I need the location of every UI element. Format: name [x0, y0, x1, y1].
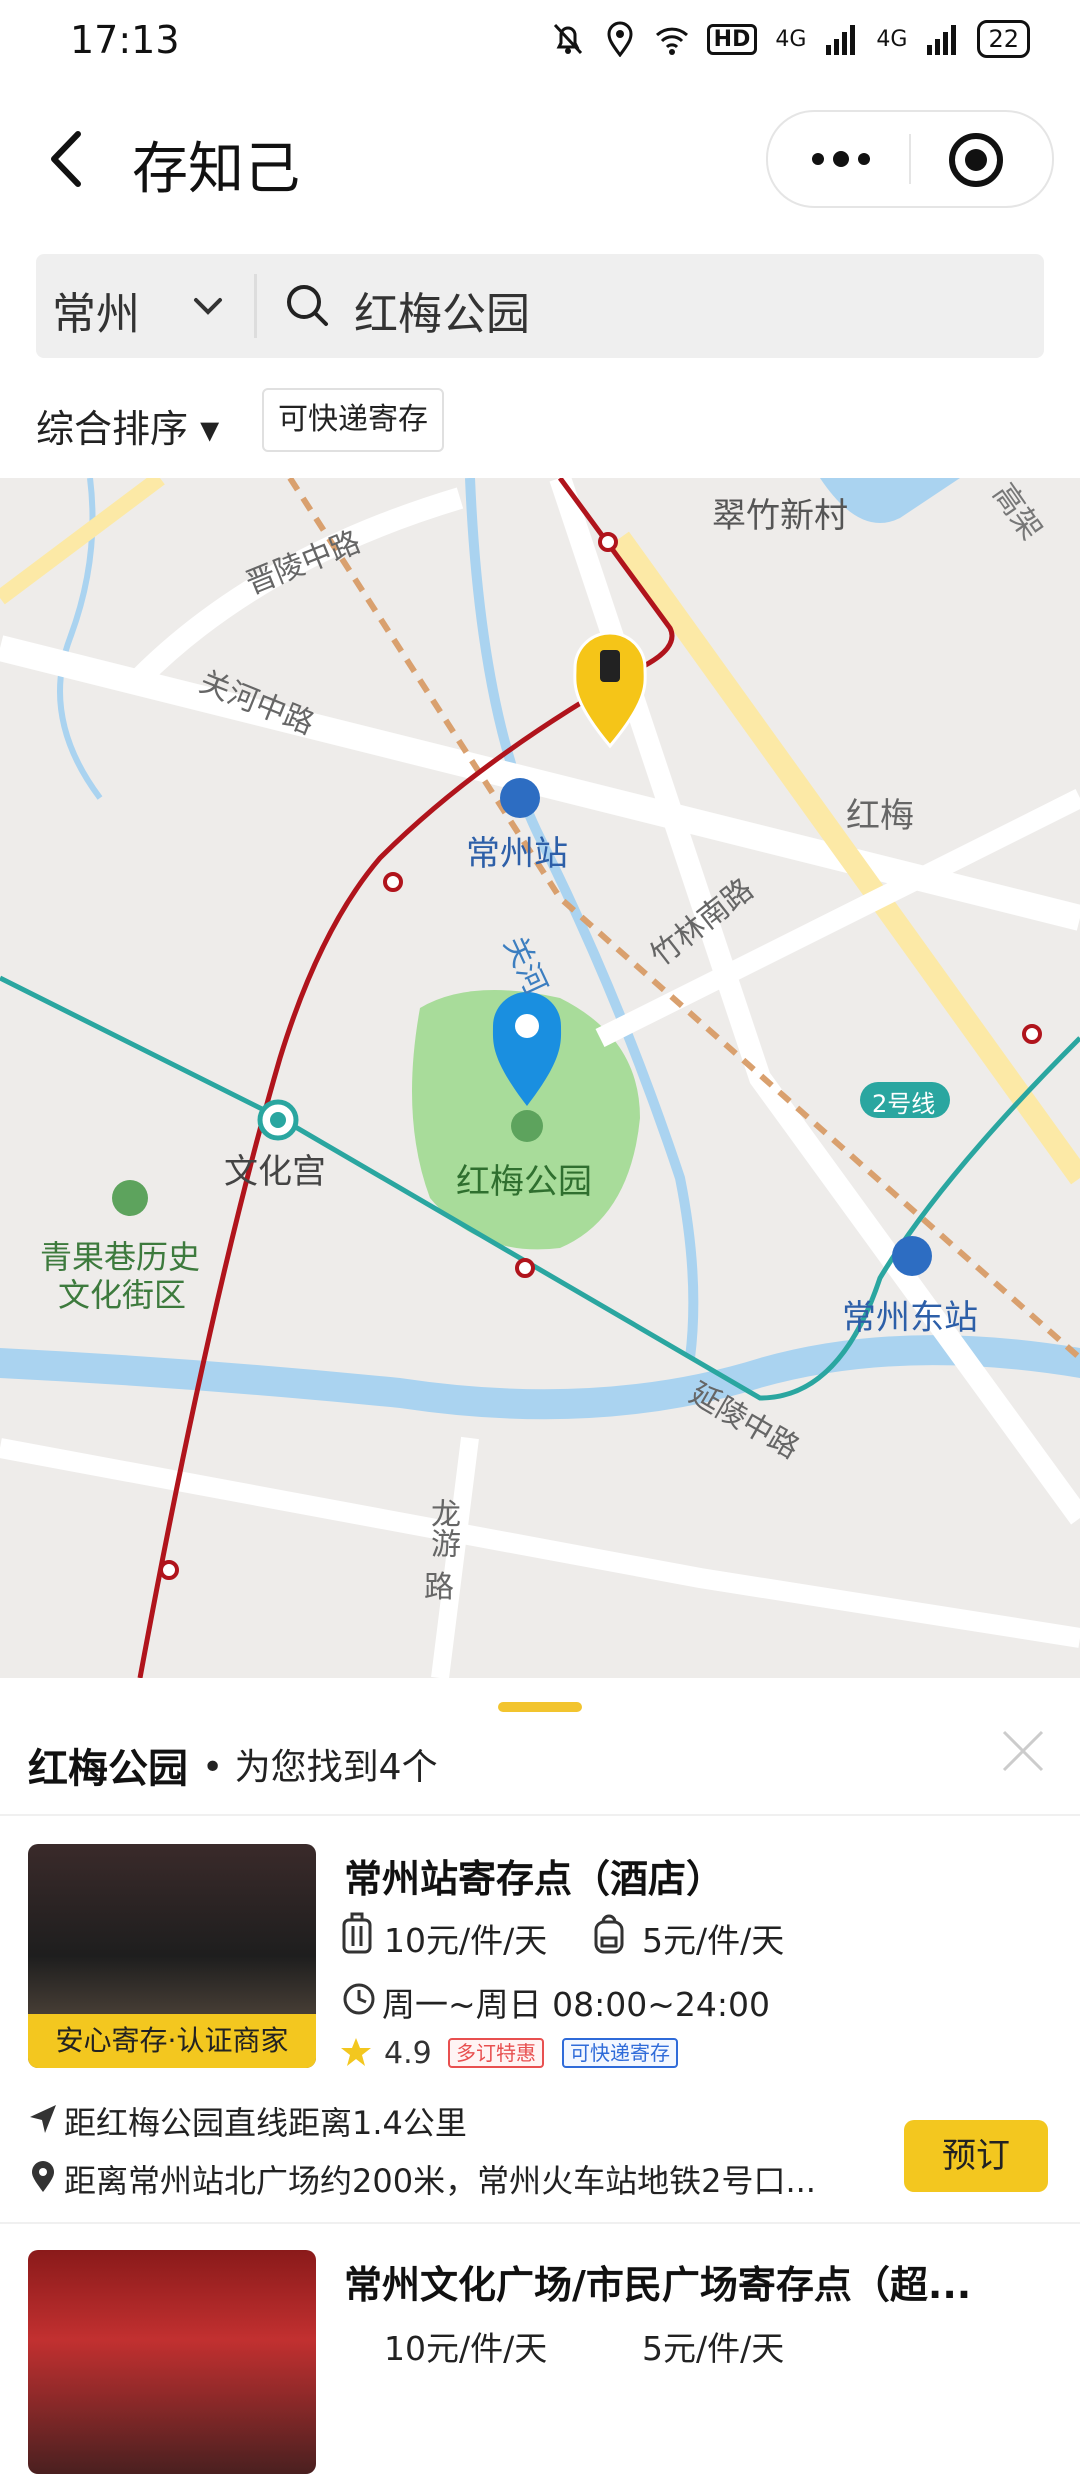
book-button[interactable]: 预订 — [904, 2120, 1048, 2192]
search-bar: 常州 红梅公园 — [36, 254, 1044, 358]
location-pin-icon — [32, 2161, 54, 2192]
map-label-longyou2: 路 — [424, 1570, 454, 1605]
star-icon — [341, 2038, 371, 2066]
filter-bar: 综合排序 ▾ 可快递寄存 — [0, 370, 1080, 476]
metro-stop — [515, 1258, 535, 1278]
status-bar: 17:13 HD 4G 4G 22 — [0, 0, 1080, 84]
close-icon[interactable] — [1000, 1728, 1046, 1774]
pin-center — [515, 1014, 539, 1038]
chevron-down-icon[interactable] — [190, 288, 226, 324]
canal — [0, 1335, 1080, 1420]
metro-stop — [159, 1560, 179, 1580]
metro-stop — [1022, 1024, 1042, 1044]
more-icon[interactable] — [806, 134, 876, 184]
luggage-icon — [600, 650, 620, 682]
rating-value: 4.9 — [384, 2036, 432, 2071]
signal-icon — [826, 25, 856, 55]
map-label-line2: 2号线 — [872, 1090, 936, 1118]
navigation-arrow-icon — [30, 2105, 56, 2133]
capsule-divider — [909, 134, 911, 184]
network-4g-1: 4G — [775, 26, 807, 52]
road — [0, 1438, 1080, 1648]
map-label-cuizhu: 翠竹新村 — [712, 496, 848, 536]
map-canvas — [0, 478, 1080, 1678]
park-icon — [511, 1110, 543, 1142]
map-label-east-station: 常州东站 — [842, 1298, 978, 1338]
card-title: 常州文化广场/市民广场寄存点（超... — [344, 2263, 972, 2307]
battery-icon: 22 — [977, 20, 1030, 58]
address-text: 距离常州站北广场约200米，常州火车站地铁2号口... — [64, 2162, 816, 2200]
verified-merchant-badge: 安心寄存·认证商家 — [28, 2014, 316, 2068]
status-time: 17:13 — [70, 18, 180, 62]
miniprogram-capsule — [766, 110, 1054, 208]
nav-bar: 存知己 — [0, 84, 1080, 234]
results-sheet: 红梅公园 • 为您找到4个 安心寄存·认证商家 常州站寄存点（酒店） 10元/件… — [0, 1678, 1080, 2474]
map-label-hongmei: 红梅 — [846, 796, 914, 836]
search-icon — [287, 285, 328, 326]
metro-stop — [383, 872, 403, 892]
sheet-drag-handle[interactable] — [498, 1702, 582, 1712]
metro-stop — [598, 532, 618, 552]
opening-hours: 周一~周日 08:00~24:00 — [382, 1985, 770, 2024]
search-input[interactable]: 红梅公园 — [354, 278, 530, 342]
network-4g-2: 4G — [876, 26, 908, 52]
map-label-hongmei-park: 红梅公园 — [456, 1162, 592, 1202]
status-icons: HD 4G 4G 22 — [551, 20, 1030, 58]
hd-icon: HD — [706, 23, 758, 55]
card-title: 常州站寄存点（酒店） — [344, 1857, 725, 1901]
location-icon — [607, 21, 633, 57]
small-item-price: 5元/件/天 — [642, 2329, 785, 2368]
large-item-price: 10元/件/天 — [384, 2329, 548, 2368]
sort-dropdown[interactable]: 综合排序 ▾ — [36, 398, 219, 453]
wifi-icon — [655, 27, 688, 55]
divider — [0, 1814, 1080, 1816]
close-miniprogram-icon[interactable] — [946, 130, 1006, 190]
search-divider — [254, 274, 257, 338]
results-title: 红梅公园 — [28, 1746, 188, 1792]
mute-bell-icon — [553, 23, 582, 55]
map-view[interactable]: 翠竹新村 高架 晋陵中路 关河中路 常州站 红梅 关河 竹林南路 2号线 文化宫… — [0, 478, 1080, 1678]
clock-icon — [343, 1983, 375, 2015]
suitcase-icon — [342, 1912, 372, 1954]
distance-text: 距红梅公园直线距离1.4公里 — [64, 2104, 467, 2142]
card-thumbnail: 安心寄存·认证商家 — [28, 1844, 316, 2068]
express-storage-filter-chip[interactable]: 可快递寄存 — [262, 388, 444, 452]
longyou-road — [431, 1436, 479, 1678]
interchange-dot — [270, 1112, 286, 1128]
discount-tag: 多订特惠 — [448, 2038, 544, 2068]
back-arrow-icon[interactable] — [40, 124, 100, 194]
results-count: • 为您找到4个 — [202, 1747, 438, 1788]
map-label-longyou: 龙游 — [425, 1498, 460, 1558]
elevated-road — [0, 478, 165, 605]
map-label-wenhuagong: 文化宫 — [224, 1152, 326, 1192]
train-station-icon — [892, 1236, 932, 1276]
map-label-changzhou-station: 常州站 — [466, 834, 568, 874]
small-item-price: 5元/件/天 — [642, 1921, 785, 1960]
card-divider — [0, 2222, 1080, 2224]
backpack-icon — [594, 1914, 624, 1954]
page-title: 存知己 — [132, 137, 300, 202]
scenic-spot-icon — [112, 1180, 148, 1216]
large-item-price: 10元/件/天 — [384, 1921, 548, 1960]
card-thumbnail — [28, 2250, 316, 2474]
map-label-qingguo2: 文化街区 — [58, 1276, 187, 1314]
city-selector[interactable]: 常州 — [52, 278, 140, 342]
express-tag: 可快递寄存 — [562, 2038, 678, 2068]
signal-icon-2 — [927, 25, 957, 55]
train-station-icon — [500, 778, 540, 818]
jinling-road — [132, 487, 464, 686]
